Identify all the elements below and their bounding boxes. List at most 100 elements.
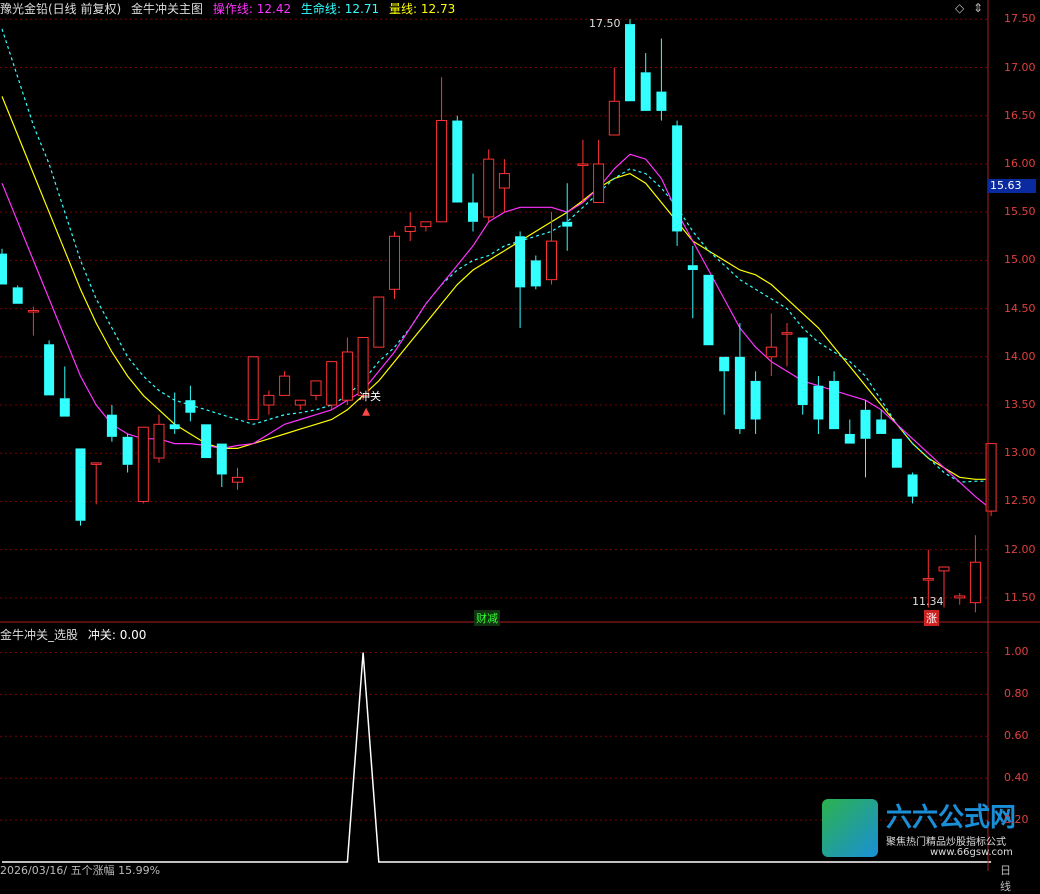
main-grid (0, 18, 988, 599)
sub-indicator-title[interactable]: 金牛冲关_选股 (0, 628, 78, 642)
legend-life-label: 生命线 (300, 2, 337, 16)
candle (797, 337, 808, 415)
candle-body (483, 158, 495, 218)
candle (498, 159, 510, 213)
candle (562, 183, 573, 251)
ma-volume-line (1, 96, 992, 480)
price-tick-label: 17.00 (1004, 60, 1036, 74)
price-tick-label: 13.00 (1004, 446, 1036, 460)
candle-body (515, 236, 526, 288)
candle (608, 67, 620, 136)
legend-operate-label: 操作线 (212, 2, 249, 16)
candle-body (341, 351, 353, 401)
candle-body (876, 419, 887, 434)
price-tick-label: 15.00 (1004, 253, 1036, 267)
candle (907, 472, 918, 504)
candle (137, 426, 149, 504)
logo-url: www.66gsw.com (930, 847, 1013, 858)
signal-tick-label: 0.40 (1004, 771, 1029, 785)
candle-body (12, 287, 23, 304)
price-tick-label: 13.50 (1004, 398, 1036, 412)
candle (75, 448, 86, 526)
candle (672, 120, 683, 246)
candle (844, 419, 855, 444)
candle (169, 392, 180, 434)
candle-body (907, 474, 918, 497)
candle (0, 248, 7, 285)
candle (734, 323, 745, 434)
candle-body (169, 424, 180, 430)
current-price-badge: 15.63 (988, 179, 1036, 193)
candle (106, 405, 117, 442)
candle (515, 231, 526, 328)
finance-tag[interactable]: 财减 (474, 610, 500, 626)
diamond-icon[interactable]: ◇ (955, 1, 964, 15)
candle-body (310, 380, 322, 396)
candle (12, 285, 23, 304)
candle (452, 115, 463, 203)
candle (750, 371, 761, 434)
candle-body (640, 72, 651, 111)
candle-body (75, 448, 86, 521)
candle (90, 462, 102, 505)
candle (326, 361, 338, 410)
ma-operate-line (1, 153, 992, 510)
candle (294, 399, 306, 410)
candle (341, 337, 353, 406)
candle-body (954, 595, 966, 599)
candle-body (546, 240, 557, 281)
price-tick-label: 16.00 (1004, 156, 1036, 170)
candle-body (562, 221, 573, 227)
candle-body (656, 91, 667, 111)
candle-body (185, 400, 196, 413)
candle-body (232, 476, 243, 483)
candle-body (106, 414, 117, 437)
candle (703, 274, 714, 346)
breakout-arrow-icon (362, 407, 371, 416)
candle-body (829, 380, 840, 430)
candle-body (938, 566, 950, 572)
candle (468, 173, 478, 232)
candle-body (797, 337, 808, 406)
stock-title[interactable]: 豫光金铅(日线 前复权) (0, 2, 121, 16)
candle (389, 231, 400, 299)
candle-body (860, 409, 871, 439)
sub-chart-header: 金牛冲关_选股 冲关: 0.00 (0, 628, 147, 642)
candle-body (294, 399, 306, 406)
candle-body (357, 337, 369, 396)
logo-title: 六六公式网 (886, 803, 1017, 833)
candle-body (750, 380, 761, 420)
candle (185, 385, 196, 422)
price-tick-label: 12.50 (1004, 494, 1036, 508)
candle-body (577, 163, 589, 166)
candle (263, 390, 275, 415)
candle-body (734, 356, 745, 430)
price-tick-label: 17.50 (1004, 12, 1036, 26)
indicator-name[interactable]: 金牛冲关主图 (131, 2, 203, 16)
candle (216, 443, 227, 487)
price-tick-label: 11.50 (1004, 590, 1036, 604)
candle (373, 296, 385, 348)
candle-body (247, 356, 259, 420)
signal-tick-label: 0.60 (1004, 729, 1029, 743)
sub-grid (0, 651, 988, 821)
candle-body (263, 394, 275, 406)
candle-body (687, 265, 698, 271)
logo-icon (822, 799, 878, 857)
candle-body (703, 274, 714, 346)
breakout-label: 冲关 (359, 390, 381, 403)
candle-body (436, 120, 448, 223)
candle (546, 212, 557, 285)
legend-life-value: 12.71 (344, 2, 380, 16)
candle (954, 593, 966, 605)
candle-body (216, 443, 227, 475)
candle (656, 38, 667, 121)
legend-operate-value: 12.42 (256, 2, 292, 16)
candle (765, 313, 777, 377)
updown-icon[interactable]: ⇕ (973, 1, 983, 15)
price-tick-label: 16.50 (1004, 108, 1036, 122)
candle (577, 139, 589, 203)
candle (483, 149, 495, 222)
candle-body (0, 253, 7, 285)
rise-tag[interactable]: 涨 (924, 610, 939, 626)
